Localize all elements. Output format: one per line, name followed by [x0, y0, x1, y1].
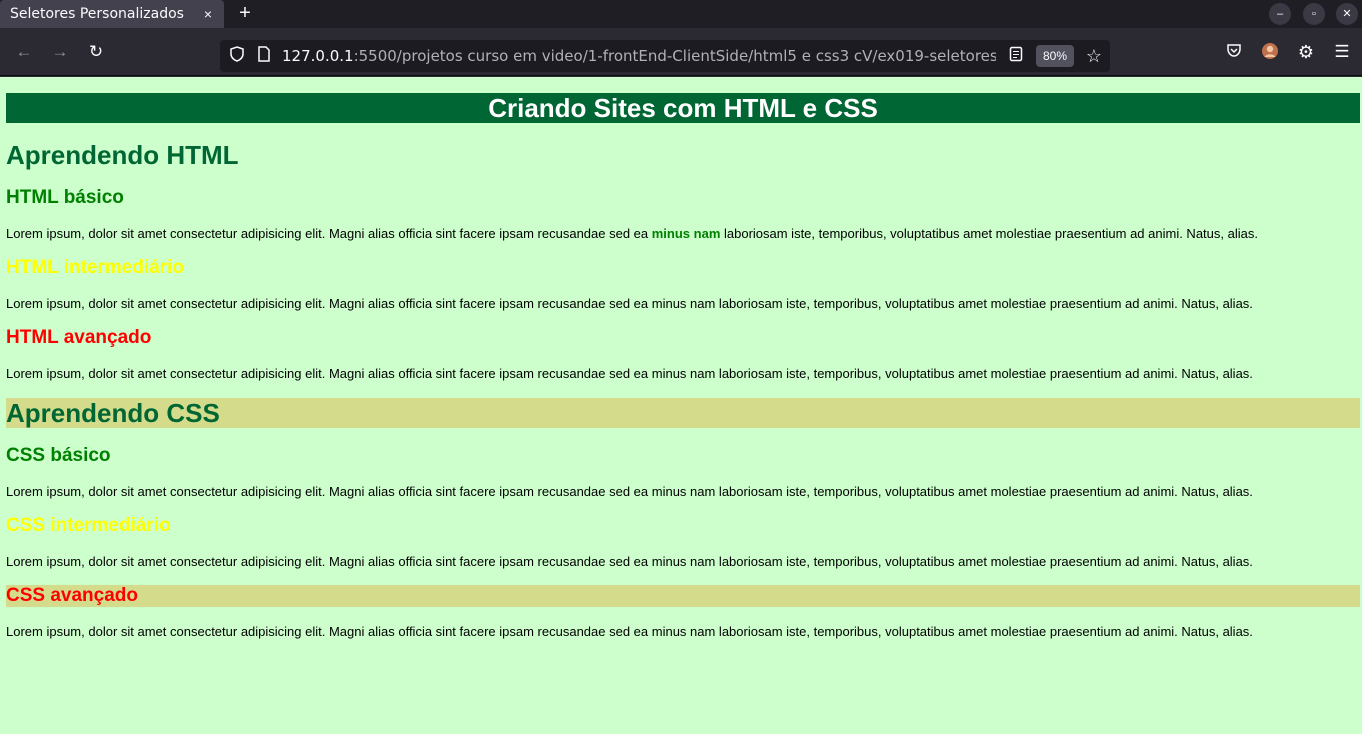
account-avatar-icon[interactable] — [1260, 42, 1280, 62]
paragraph-text-before: Lorem ipsum, dolor sit amet consectetur … — [6, 226, 652, 241]
page-title: Criando Sites com HTML e CSS — [6, 93, 1360, 123]
new-tab-button[interactable]: + — [234, 3, 256, 25]
html-basic-paragraph: Lorem ipsum, dolor sit amet consectetur … — [6, 226, 1258, 242]
forward-arrow-icon[interactable]: → — [50, 42, 70, 62]
page-viewport: Criando Sites com HTML e CSS Aprendendo … — [0, 77, 1362, 734]
html-basic-heading: HTML básico — [6, 187, 124, 208]
css-intermediate-paragraph: Lorem ipsum, dolor sit amet consectetur … — [6, 554, 1253, 569]
tab-active[interactable]: Seletores Personalizados × — [0, 0, 224, 28]
reload-icon[interactable]: ↻ — [86, 42, 106, 62]
css-advanced-paragraph: Lorem ipsum, dolor sit amet consectetur … — [6, 624, 1253, 639]
url-text[interactable]: 127.0.0.1:5500/projetos curso em video/1… — [282, 47, 996, 65]
minimize-icon[interactable]: – — [1269, 3, 1291, 25]
css-section-heading: Aprendendo CSS — [6, 398, 1360, 428]
zoom-level-badge[interactable]: 80% — [1036, 45, 1074, 67]
restore-icon[interactable]: ▫ — [1303, 3, 1325, 25]
tab-bar: Seletores Personalizados × + – ▫ ✕ — [0, 0, 1362, 28]
pocket-icon[interactable] — [1224, 42, 1244, 62]
navigation-bar: ← → ↻ 127.0.0.1:5500/projetos curso em v… — [0, 28, 1362, 76]
reader-view-icon[interactable] — [1006, 46, 1026, 66]
url-bar[interactable]: 127.0.0.1:5500/projetos curso em video/1… — [220, 40, 1110, 72]
close-tab-icon[interactable]: × — [200, 4, 216, 24]
page-icon — [254, 46, 274, 66]
css-advanced-heading: CSS avançado — [6, 585, 1360, 607]
shield-icon[interactable] — [227, 46, 247, 66]
html-advanced-heading: HTML avançado — [6, 327, 152, 348]
bookmark-star-icon[interactable]: ☆ — [1084, 46, 1104, 66]
extensions-gear-icon[interactable]: ⚙ — [1296, 42, 1316, 62]
menu-icon[interactable]: ☰ — [1332, 42, 1352, 62]
html-intermediate-paragraph: Lorem ipsum, dolor sit amet consectetur … — [6, 296, 1253, 311]
tab-title: Seletores Personalizados — [10, 6, 184, 22]
url-host: 127.0.0.1 — [282, 47, 354, 65]
html-advanced-paragraph: Lorem ipsum, dolor sit amet consectetur … — [6, 366, 1253, 381]
url-path: :5500/projetos curso em video/1-frontEnd… — [353, 47, 996, 65]
css-basic-paragraph: Lorem ipsum, dolor sit amet consectetur … — [6, 484, 1253, 499]
paragraph-text-after: laboriosam iste, temporibus, voluptatibu… — [720, 226, 1258, 241]
back-arrow-icon[interactable]: ← — [14, 42, 34, 62]
css-intermediate-heading: CSS intermediário — [6, 515, 171, 536]
html-intermediate-heading: HTML intermediário — [6, 257, 185, 278]
css-basic-heading: CSS básico — [6, 445, 111, 466]
html-section-heading: Aprendendo HTML — [6, 140, 239, 170]
strong-text: minus nam — [651, 226, 721, 241]
close-window-icon[interactable]: ✕ — [1336, 3, 1358, 25]
